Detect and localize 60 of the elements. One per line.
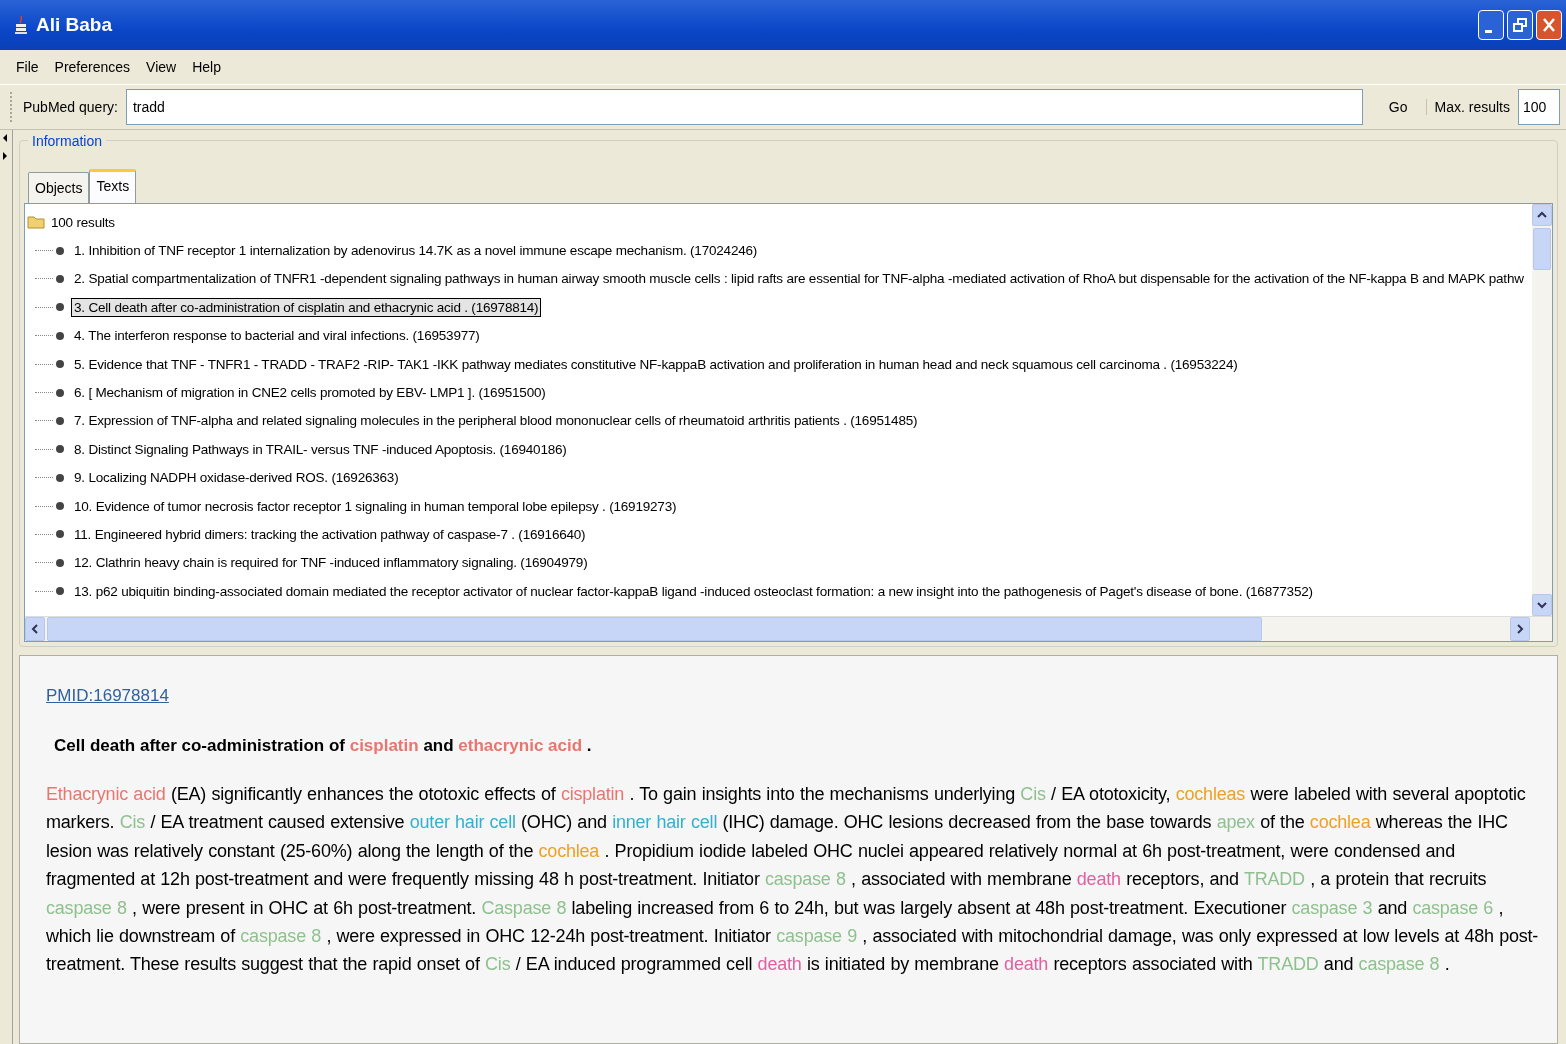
menu-item[interactable]: Preferences (54, 59, 131, 75)
bullet-icon (55, 501, 65, 512)
chevron-right-icon (1515, 624, 1525, 634)
scroll-down-button[interactable] (1532, 594, 1552, 616)
window-title: Ali Baba (36, 14, 113, 36)
bullet-icon (55, 330, 65, 341)
scroll-right-button[interactable] (1510, 617, 1530, 641)
bullet-icon (55, 387, 65, 398)
tab[interactable]: Objects (28, 172, 90, 203)
scrollbar-thumb[interactable] (47, 617, 1262, 641)
tree-item[interactable]: 10. Evidence of tumor necrosis factor receptor 1 signaling in human temporal lobe epilepsy . (16919273) (71, 496, 680, 516)
close-button[interactable] (1536, 10, 1562, 40)
go-button[interactable]: Go (1362, 99, 1426, 115)
bullet-icon (55, 529, 65, 540)
group-title: Information (28, 133, 107, 149)
bullet-icon (55, 557, 65, 568)
abstract-text: Ethacrynic acid (EA) significantly enhances the ototoxic effects of cisplatin . To gain insights into the mechanisms underlying Cis / EA ototoxicity, cochleas were labeled with several apoptotic markers. Cis / EA treatment caused extensive outer hair cell (OHC) and inner hair cell (IHC) damage. OHC lesions decreased from the base towards apex of the cochlea whereas the IHC lesion was relatively constant (25-60%) along the length of the cochlea . Propidium iodide labeled OHC nuclei appeared relatively normal at 6h post-treatment, were condensed and fragmented at 12h post-treatment and were frequently missing 48 h post-treatment. Initiator caspase 8 , associated with membrane death receptors, and TRADD , a protein that recruits caspase 8 , were present in OHC at 6h post-treatment. Caspase 8 labeling increased from 6 to 24h, but was largely absent at 48h post-treatment. Executioner caspase 3 and caspase 6 , which lie downstream of caspase 8 , were expressed in OHC 12-24h post-treatment. Initiator caspase 9 , associated with mitochondrial damage, was only expressed at low levels at 48h post-treatment. These results suggest that the rapid onset of Cis / EA induced programmed cell death is initiated by membrane death receptors associated with TRADD and caspase 8 . (46, 783, 1540, 977)
query-label: PubMed query: (23, 99, 119, 115)
bullet-icon (55, 472, 65, 483)
folder-icon (27, 215, 45, 230)
scroll-left-button[interactable] (25, 617, 45, 641)
tree-item[interactable]: 3. Cell death after co-administration of cisplatin and ethacrynic acid . (16978814) (71, 297, 542, 317)
restore-button[interactable] (1507, 10, 1533, 40)
chevron-left-icon (30, 624, 40, 634)
tree-item[interactable]: 7. Expression of TNF-alpha and related signaling molecules in the peripheral blood mononuclear cells of rheumatoid arthritis patients . (16951485) (71, 411, 921, 431)
query-field[interactable]: tradd (125, 89, 1363, 125)
tree-item[interactable]: 13. p62 ubiquitin binding-associated domain mediated the receptor activator of nuclear factor-kappaB ligand -induced osteoclast formation: a new insight into the pathogenesis of Paget's disease of bone. (16877352) (71, 581, 1316, 601)
menu-item[interactable]: Help (192, 59, 221, 75)
menu-item[interactable]: File (16, 59, 39, 75)
chevron-down-icon (1537, 600, 1547, 610)
minimize-icon (1485, 29, 1492, 33)
tree-item[interactable]: 6. [ Mechanism of migration in CNE2 cells promoted by EBV- LMP1 ]. (16951500) (71, 383, 549, 403)
tree-item[interactable]: 2. Spatial compartmentalization of TNFR1 -dependent signaling pathways in human airway smooth muscle cells : lipid rafts are essential for TNF-alpha -mediated activation of RhoA but dispensable for the activation of the NF-kappa B and MAPK pathw (71, 269, 1527, 289)
bullet-icon (55, 359, 65, 370)
bullet-icon (55, 245, 65, 256)
splitter-arrows-icon[interactable] (2, 132, 8, 162)
tree-item[interactable]: 4. The interferon response to bacterial and viral infections. (16953977) (71, 326, 483, 346)
scrollbar-thumb[interactable] (1533, 228, 1551, 270)
tab[interactable]: Texts (89, 169, 137, 203)
cup-icon (14, 15, 28, 35)
tree-item[interactable]: 12. Clathrin heavy chain is required for TNF -induced inflammatory signaling. (16904979) (71, 553, 591, 573)
bullet-icon (55, 273, 65, 284)
pmid-link[interactable]: PMID:16978814 (46, 686, 169, 706)
max-results-field[interactable]: 100 (1518, 89, 1560, 125)
menu-item[interactable]: View (146, 59, 177, 75)
tree-root[interactable]: 100 results (48, 212, 118, 232)
bullet-icon (55, 415, 65, 426)
bullet-icon (55, 302, 65, 313)
restore-icon (1510, 15, 1530, 35)
bullet-icon (55, 586, 65, 597)
tree-item[interactable]: 1. Inhibition of TNF receptor 1 internalization by adenovirus 14.7K as a novel immune escape mechanism. (17024246) (71, 241, 761, 261)
tree-item[interactable]: 9. Localizing NADPH oxidase-derived ROS. (16926363) (71, 468, 402, 488)
tree-item[interactable]: 11. Engineered hybrid dimers: tracking the activation pathway of caspase-7 . (16916640) (71, 525, 589, 544)
scroll-up-button[interactable] (1532, 204, 1552, 226)
article-title: Cell death after co-administration of cisplatin and ethacrynic acid . (53, 736, 593, 756)
tree-item[interactable]: 5. Evidence that TNF - TNFR1 - TRADD - TRAF2 -RIP- TAK1 -IKK pathway mediates constitutive NF-kappaB activation and proliferation in human head and neck squamous cell carcinoma . (16953224) (71, 354, 1241, 374)
chevron-up-icon (1537, 210, 1547, 220)
bullet-icon (55, 444, 65, 455)
minimize-button[interactable] (1478, 10, 1504, 40)
tree-item[interactable]: 8. Distinct Signaling Pathways in TRAIL- versus TNF -induced Apoptosis. (16940186) (71, 439, 570, 459)
